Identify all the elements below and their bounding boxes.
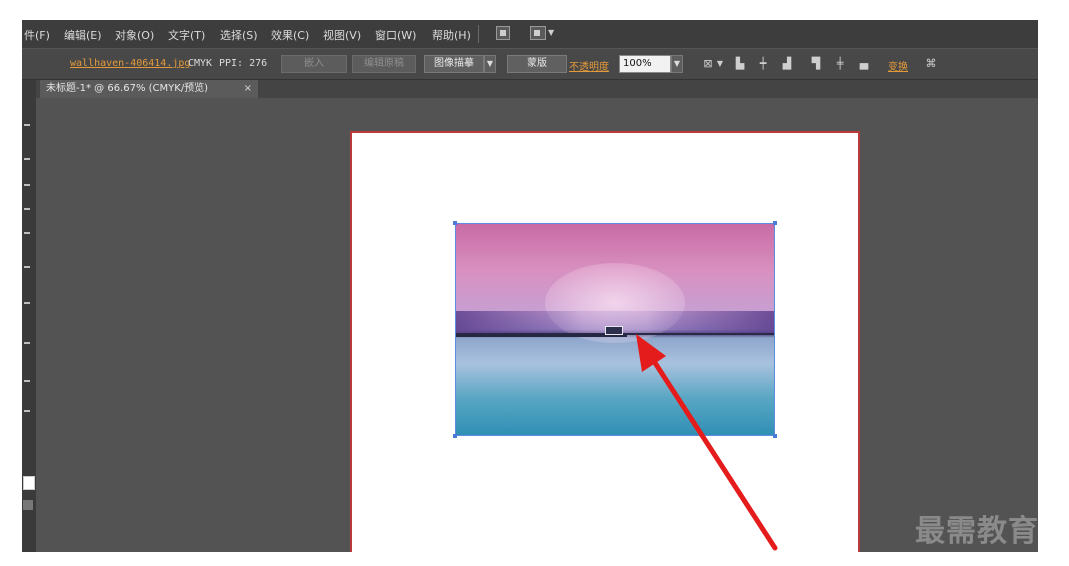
- annotation-arrow: [636, 334, 778, 551]
- watermark-logo: 最需教育: [915, 514, 1039, 549]
- annotation-arrow-head: [636, 334, 666, 372]
- annotation-arrow-shaft: [645, 349, 778, 551]
